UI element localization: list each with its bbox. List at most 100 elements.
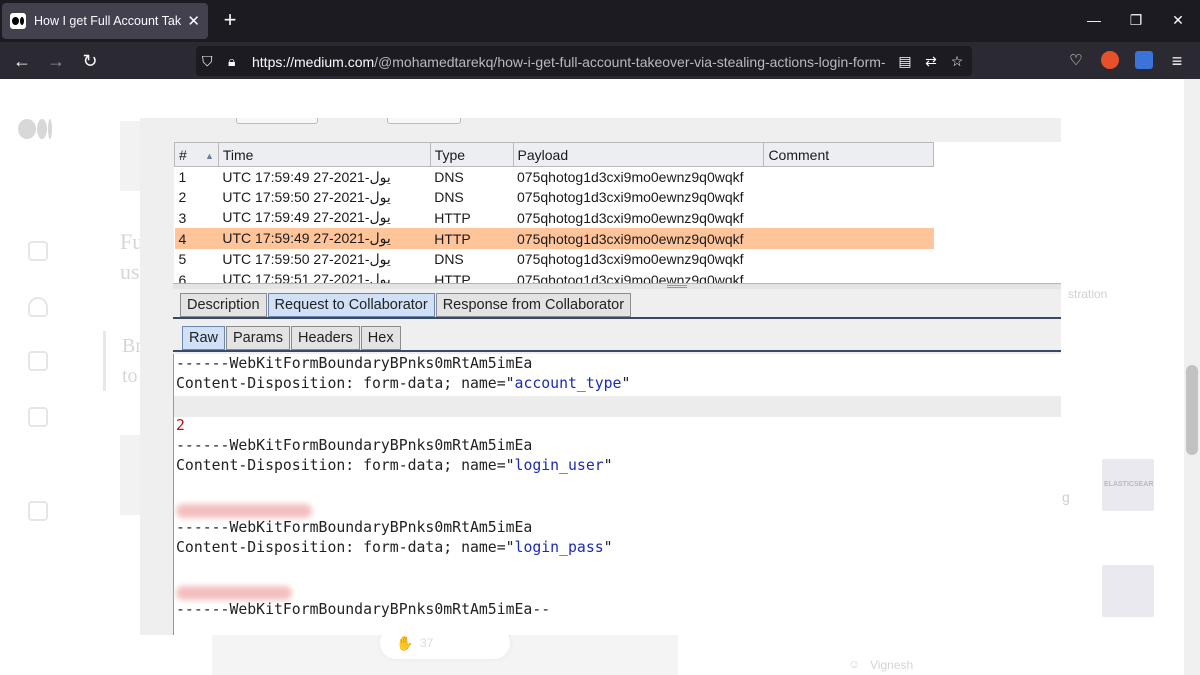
cell-type: HTTP xyxy=(434,271,471,283)
table-row[interactable]: 3 UTC 17:59:49 27-يول-2021 HTTP 075qhotog1d… xyxy=(175,208,934,229)
table-row[interactable]: 5 UTC 17:59:50 27-يول-2021 DNS 075qhotog1d3… xyxy=(175,249,934,270)
extension-fox-icon[interactable] xyxy=(1101,51,1119,69)
col-header-comment[interactable]: Comment xyxy=(763,142,934,167)
sort-ascending-icon[interactable]: ▲ xyxy=(205,151,214,161)
cell-time: UTC 17:59:51 27-يول-2021 xyxy=(222,271,391,283)
tab-request-to-collaborator[interactable]: Request to Collaborator xyxy=(267,293,435,317)
blockquote-bar xyxy=(103,331,106,391)
tab-params[interactable]: Params xyxy=(226,326,290,350)
tab-strip: How I get Full Account Takeover ✕ + — ❐ … xyxy=(0,0,1200,42)
page-scrollbar[interactable] xyxy=(1184,79,1200,675)
cell-payload: 075qhotog1d3cxi9mo0ewnz9q0wqkf xyxy=(517,209,744,226)
splitter-grip-icon[interactable] xyxy=(667,285,687,288)
restore-button[interactable]: ❐ xyxy=(1126,10,1146,30)
disposition-line: Content-Disposition: form-data; name="lo… xyxy=(176,457,613,474)
medium-logo-icon[interactable] xyxy=(18,119,52,144)
redacted-username xyxy=(176,504,312,518)
sidebar-text-fragment: g xyxy=(1062,489,1070,505)
cell-type: DNS xyxy=(434,251,464,268)
raw-request-editor[interactable]: ------WebKitFormBoundaryBPnks0mRtAm5imEa… xyxy=(173,354,1061,635)
tracking-shield-icon[interactable]: ⛉ xyxy=(202,53,213,70)
field-value: 2 xyxy=(176,417,185,434)
extension-translate-icon[interactable] xyxy=(1135,51,1153,69)
tab-raw[interactable]: Raw xyxy=(182,326,226,350)
minimize-button[interactable]: — xyxy=(1084,10,1104,30)
tab-close-icon[interactable]: ✕ xyxy=(187,12,200,30)
cell-payload: 075qhotog1d3cxi9mo0ewnz9q0wqkf xyxy=(517,271,744,283)
cell-comment xyxy=(764,208,934,229)
tab-underline xyxy=(173,317,1061,319)
cell-comment xyxy=(764,269,934,283)
interactions-table: # ▲ Time Type Payload Comment 1 UTC 17:59:… xyxy=(174,142,934,283)
translate-icon[interactable]: ⇄ xyxy=(922,52,940,70)
col-header-number[interactable]: # ▲ xyxy=(174,142,219,167)
cell-comment xyxy=(764,167,934,188)
col-header-time[interactable]: Time xyxy=(217,142,431,167)
table-row[interactable]: 2 UTC 17:59:50 27-يول-2021 DNS 075qhotog1d3… xyxy=(175,187,934,208)
cell-number: 3 xyxy=(178,209,187,226)
bookmarks-icon[interactable] xyxy=(28,351,48,371)
boundary-line: ------WebKitFormBoundaryBPnks0mRtAm5imEa xyxy=(176,355,533,372)
reader-view-icon[interactable]: ▤ xyxy=(896,52,914,70)
sidebar-text-fragment: stration xyxy=(1068,287,1108,301)
article-image-edge xyxy=(120,435,140,515)
cell-number: 6 xyxy=(178,271,187,283)
redacted-password xyxy=(176,586,292,600)
quote-text-fragment: Br xyxy=(122,335,142,357)
pane-splitter[interactable] xyxy=(173,283,1061,289)
write-icon[interactable] xyxy=(28,501,48,521)
bookmark-star-icon[interactable]: ☆ xyxy=(948,52,966,70)
recommended-thumbnail[interactable] xyxy=(1102,565,1154,617)
cell-payload: 075qhotog1d3cxi9mo0ewnz9q0wqkf xyxy=(513,228,764,249)
article-text-fragment: us xyxy=(120,259,140,284)
table-row[interactable]: 6 UTC 17:59:51 27-يول-2021 HTTP 075qhotog1d… xyxy=(175,269,934,283)
browser-tab[interactable]: How I get Full Account Takeover ✕ xyxy=(2,3,208,39)
window-close-button[interactable]: ✕ xyxy=(1168,10,1188,30)
recommended-thumbnail[interactable]: ELASTICSEAR xyxy=(1102,459,1154,511)
table-row[interactable]: 4 UTC 17:59:49 27-يول-2021 HTTP 075qhotog1d… xyxy=(174,228,934,249)
cell-comment xyxy=(764,249,934,270)
col-header-payload[interactable]: Payload xyxy=(512,142,765,167)
view-tab-underline xyxy=(173,350,1061,352)
clap-icon[interactable]: ✋ xyxy=(396,635,413,652)
menu-hamburger-icon[interactable]: ≡ xyxy=(1165,49,1189,73)
scrollbar-thumb[interactable] xyxy=(1186,365,1198,455)
cell-comment xyxy=(763,228,934,249)
disposition-line: Content-Disposition: form-data; name="lo… xyxy=(176,539,613,556)
back-arrow-icon[interactable]: ← xyxy=(10,49,34,73)
lock-icon[interactable]: 🔒︎ xyxy=(228,53,235,70)
tab-response-from-collaborator[interactable]: Response from Collaborator xyxy=(435,293,632,317)
closing-boundary-line: ------WebKitFormBoundaryBPnks0mRtAm5imEa… xyxy=(176,601,551,618)
tab-title: How I get Full Account Takeover xyxy=(34,14,182,28)
lists-icon[interactable] xyxy=(28,407,48,427)
url-text[interactable]: https://medium.com/@mohamedtarekq/how-i-… xyxy=(252,54,886,70)
home-icon[interactable] xyxy=(28,241,48,261)
cell-comment xyxy=(764,187,934,208)
tab-hex[interactable]: Hex xyxy=(360,326,401,350)
cell-payload: 075qhotog1d3cxi9mo0ewnz9q0wqkf xyxy=(517,169,744,186)
cell-type: HTTP xyxy=(434,209,471,226)
navigation-toolbar: ← → ↻ ⛉ 🔒︎ https://medium.com/@mohamedta… xyxy=(0,42,1200,79)
cell-time: UTC 17:59:49 27-يول-2021 xyxy=(222,168,391,185)
view-tabs: Raw Params Headers Hex xyxy=(182,326,402,350)
cell-time: UTC 17:59:49 27-يول-2021 xyxy=(218,228,431,249)
quote-text-fragment: to xyxy=(122,365,138,387)
author-name[interactable]: Vignesh xyxy=(870,658,913,672)
reload-icon[interactable]: ↻ xyxy=(78,49,102,73)
cell-number: 1 xyxy=(178,169,187,186)
tab-headers[interactable]: Headers xyxy=(290,326,360,350)
pocket-icon[interactable]: ♡ xyxy=(1064,49,1088,73)
current-line-highlight xyxy=(174,396,1061,417)
forward-arrow-icon[interactable]: → xyxy=(44,49,68,73)
author-avatar-icon[interactable]: ☺ xyxy=(848,657,860,671)
disposition-line: Content-Disposition: form-data; name="ac… xyxy=(176,375,631,392)
table-row[interactable]: 1 UTC 17:59:49 27-يول-2021 DNS 075qhotog1d3… xyxy=(175,167,934,188)
new-tab-button[interactable]: + xyxy=(218,8,242,32)
cell-type: DNS xyxy=(434,189,464,206)
interactions-table-viewport: # ▲ Time Type Payload Comment 1 UTC 17:59:… xyxy=(140,118,1061,283)
notifications-icon[interactable] xyxy=(28,297,48,317)
tab-description[interactable]: Description xyxy=(180,293,267,317)
col-header-type[interactable]: Type xyxy=(429,142,514,167)
address-bar[interactable]: ⛉ 🔒︎ https://medium.com/@mohamedtarekq/h… xyxy=(196,46,972,76)
medium-favicon-icon xyxy=(10,13,26,29)
